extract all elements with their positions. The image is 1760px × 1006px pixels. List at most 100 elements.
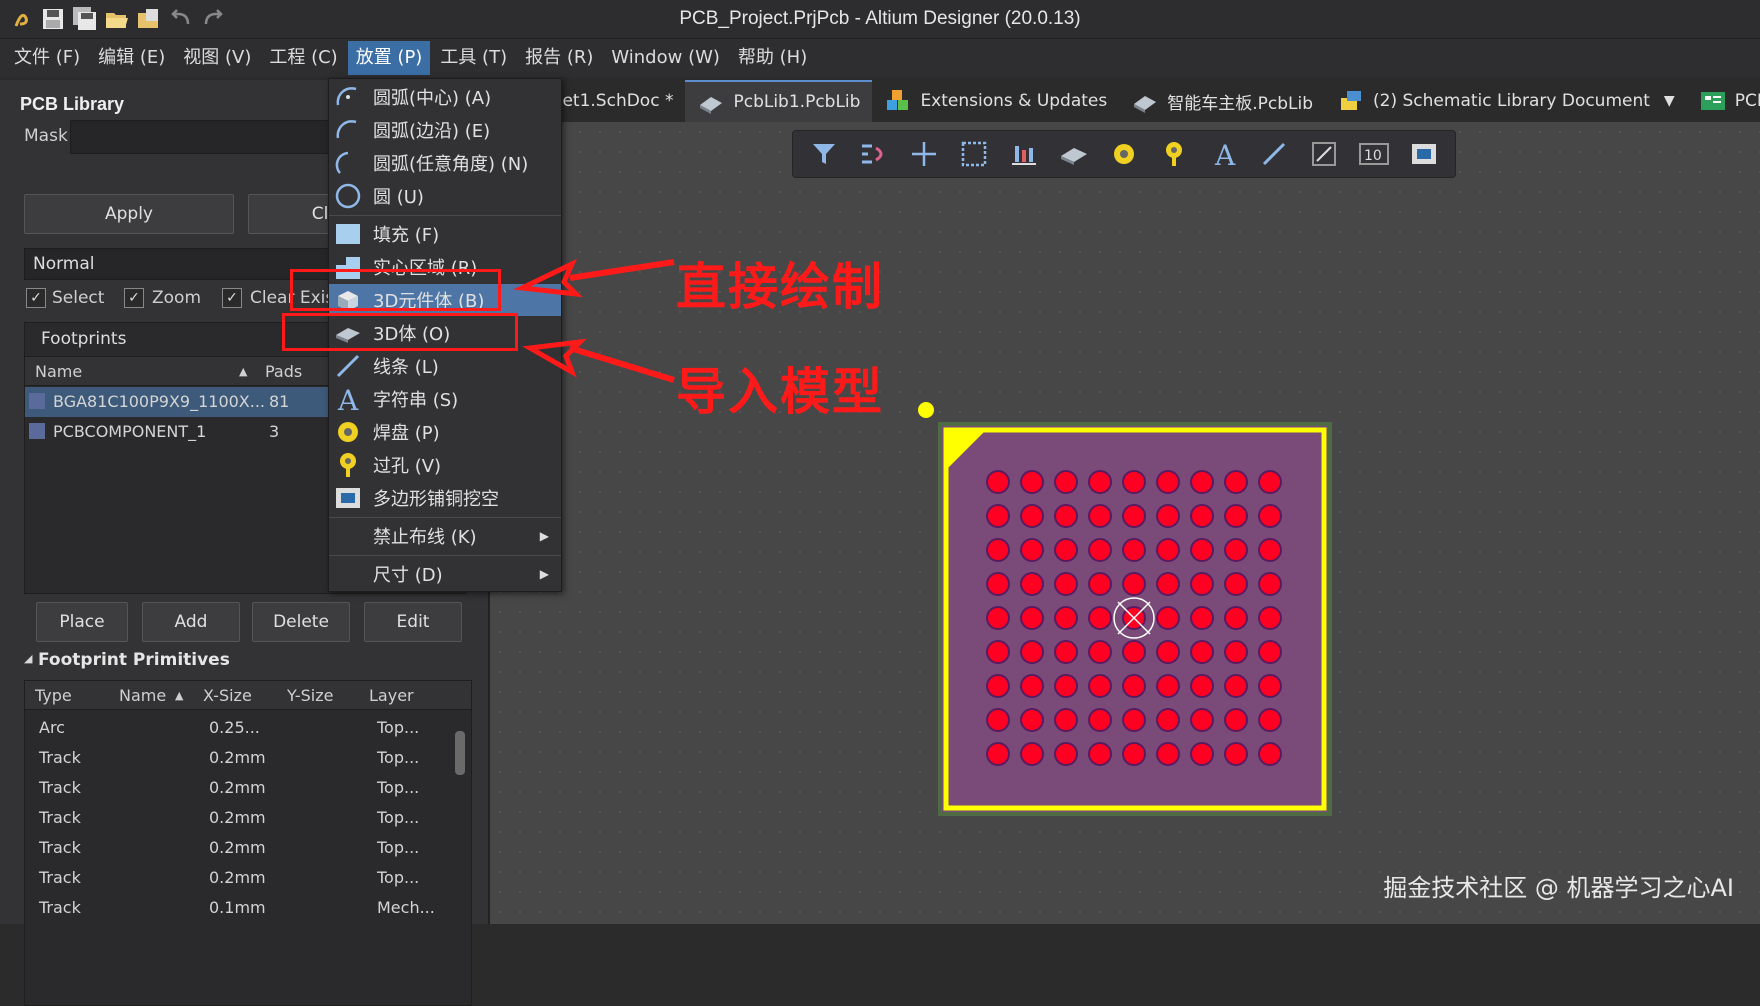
svg-text:A: A — [337, 385, 359, 413]
table-row[interactable]: Track 0.2mm Top... — [25, 833, 453, 863]
menu-place[interactable]: 放置 (P) — [347, 41, 431, 75]
footprint-view — [918, 402, 1332, 816]
tab-overflow-dropdown-icon[interactable]: ▼ — [1664, 93, 1675, 109]
tab-smartcar-pcblib[interactable]: 智能车主板.PcbLib — [1119, 81, 1325, 121]
menu-file[interactable]: 文件 (F) — [6, 41, 88, 75]
menu-item-arc-any[interactable]: 圆弧(任意角度) (N) — [329, 147, 561, 179]
menu-item-via[interactable]: 过孔 (V) — [329, 449, 561, 481]
vertical-scrollbar[interactable] — [455, 715, 465, 1001]
table-row[interactable]: Track 0.2mm Top... — [25, 863, 453, 893]
edit-button[interactable]: Edit — [364, 602, 462, 642]
arc-any-icon — [333, 148, 363, 178]
bga-pad — [1190, 470, 1214, 494]
annotation-highlight-box — [282, 313, 518, 351]
apply-button[interactable]: Apply — [24, 194, 234, 234]
tab-schematic-library[interactable]: (2) Schematic Library Document ▼ — [1325, 81, 1687, 121]
select-connected-icon[interactable] — [853, 135, 895, 173]
menu-item-pad[interactable]: 焊盘 (P) — [329, 416, 561, 448]
align-icon[interactable] — [1003, 135, 1045, 173]
string-icon[interactable]: A — [1203, 135, 1245, 173]
primitives-table-header: Type Name ▲ X-Size Y-Size Layer — [25, 681, 471, 710]
delete-button[interactable]: Delete — [252, 602, 350, 642]
menu-project[interactable]: 工程 (C) — [261, 41, 345, 75]
col-ysize[interactable]: Y-Size — [287, 686, 334, 705]
table-row[interactable]: Track 0.2mm Top... — [25, 803, 453, 833]
tab-label: Extensions & Updates — [920, 91, 1108, 111]
clear-existing-checkbox[interactable]: ✓ — [222, 288, 242, 308]
table-row[interactable]: Track 0.1mm Mech... — [25, 893, 453, 923]
place-button[interactable]: Place — [36, 602, 128, 642]
bga-pad — [1258, 674, 1282, 698]
bga-pad — [1190, 538, 1214, 562]
tab-extensions[interactable]: Extensions & Updates — [872, 81, 1119, 121]
move-crosshair-icon[interactable] — [903, 135, 945, 173]
table-row[interactable]: Arc 0.25... Top... — [25, 713, 453, 743]
menu-edit[interactable]: 编辑 (E) — [90, 41, 173, 75]
menu-item-fill[interactable]: 填充 (F) — [329, 218, 561, 250]
polygon-cutout-icon[interactable] — [1403, 135, 1445, 173]
footprint-name: PCBCOMPONENT_1 — [53, 422, 207, 441]
bga-pad — [1156, 742, 1180, 766]
line-icon[interactable] — [1253, 135, 1295, 173]
menu-item-polygon-cutout[interactable]: 多边形铺铜挖空 — [329, 482, 561, 514]
dimension-icon[interactable] — [1303, 135, 1345, 173]
select-checkbox[interactable]: ✓ — [26, 288, 46, 308]
bga-pad — [1088, 742, 1112, 766]
col-layer[interactable]: Layer — [369, 686, 414, 705]
menu-tools[interactable]: 工具 (T) — [432, 41, 515, 75]
filter-icon[interactable] — [803, 135, 845, 173]
watermark: 掘金技术社区 @ 机器学习之心AI — [1383, 874, 1734, 902]
scrollbar-thumb[interactable] — [455, 731, 465, 775]
col-pads[interactable]: Pads — [265, 362, 302, 381]
bga-pad — [1122, 572, 1146, 596]
submenu-arrow-icon: ▶ — [539, 567, 549, 581]
bga-pad — [1020, 742, 1044, 766]
col-name[interactable]: Name — [119, 686, 166, 705]
bga-pad — [1258, 538, 1282, 562]
bga-pad — [1258, 572, 1282, 596]
component-icon[interactable] — [1053, 135, 1095, 173]
menu-window[interactable]: Window (W) — [603, 41, 728, 75]
col-name[interactable]: Name — [35, 362, 82, 381]
dimension-value-icon[interactable]: 10 — [1353, 135, 1395, 173]
menu-view[interactable]: 视图 (V) — [175, 41, 259, 75]
menu-item-dimension[interactable]: 尺寸 (D) ▶ — [329, 558, 561, 590]
pcb-document-icon — [1700, 92, 1725, 110]
bga-pad — [1054, 742, 1078, 766]
menu-item-keepout[interactable]: 禁止布线 (K) ▶ — [329, 520, 561, 552]
bga-pad — [1258, 708, 1282, 732]
bga-pad — [1156, 504, 1180, 528]
footprint-editor-canvas[interactable] — [490, 122, 1760, 924]
table-row[interactable]: Track 0.2mm Top... — [25, 743, 453, 773]
tab-pcblib1[interactable]: PcbLib1.PcbLib — [685, 80, 873, 122]
primitive-type: Track — [39, 868, 81, 887]
tab-pcb1-pcbdoc[interactable]: PCB1.PcbDoc — [1687, 81, 1760, 121]
col-xsize[interactable]: X-Size — [203, 686, 252, 705]
bga-pad — [1054, 572, 1078, 596]
menu-item-label: 圆弧(中心) (A) — [373, 88, 492, 109]
via-icon[interactable] — [1153, 135, 1195, 173]
table-row[interactable]: Track 0.2mm Top... — [25, 773, 453, 803]
menu-item-circle[interactable]: 圆 (U) — [329, 180, 561, 212]
menu-item-arc-center[interactable]: 圆弧(中心) (A) — [329, 81, 561, 113]
menu-item-arc-edge[interactable]: 圆弧(边沿) (E) — [329, 114, 561, 146]
add-button[interactable]: Add — [142, 602, 240, 642]
bga-pad — [1224, 470, 1248, 494]
menu-item-label: 圆弧(边沿) (E) — [373, 121, 491, 142]
menu-bar: 文件 (F) 编辑 (E) 视图 (V) 工程 (C) 放置 (P) 工具 (T… — [0, 39, 1760, 77]
zoom-checkbox[interactable]: ✓ — [124, 288, 144, 308]
primitive-xsize: 0.1mm — [209, 898, 266, 917]
menu-item-label: 圆 (U) — [373, 187, 424, 208]
primitives-section-title: Footprint Primitives — [38, 650, 230, 670]
mask-label: Mask — [24, 126, 68, 146]
col-type[interactable]: Type — [35, 686, 72, 705]
menu-reports[interactable]: 报告 (R) — [517, 41, 601, 75]
footprint-icon — [29, 393, 45, 409]
pad-icon[interactable] — [1103, 135, 1145, 173]
primitive-xsize: 0.2mm — [209, 838, 266, 857]
menu-help[interactable]: 帮助 (H) — [730, 41, 815, 75]
bga-pad — [986, 674, 1010, 698]
tab-label: (2) Schematic Library Document — [1373, 91, 1650, 111]
select-area-icon[interactable] — [953, 135, 995, 173]
collapse-arrow-icon[interactable]: ◢ — [24, 652, 32, 665]
